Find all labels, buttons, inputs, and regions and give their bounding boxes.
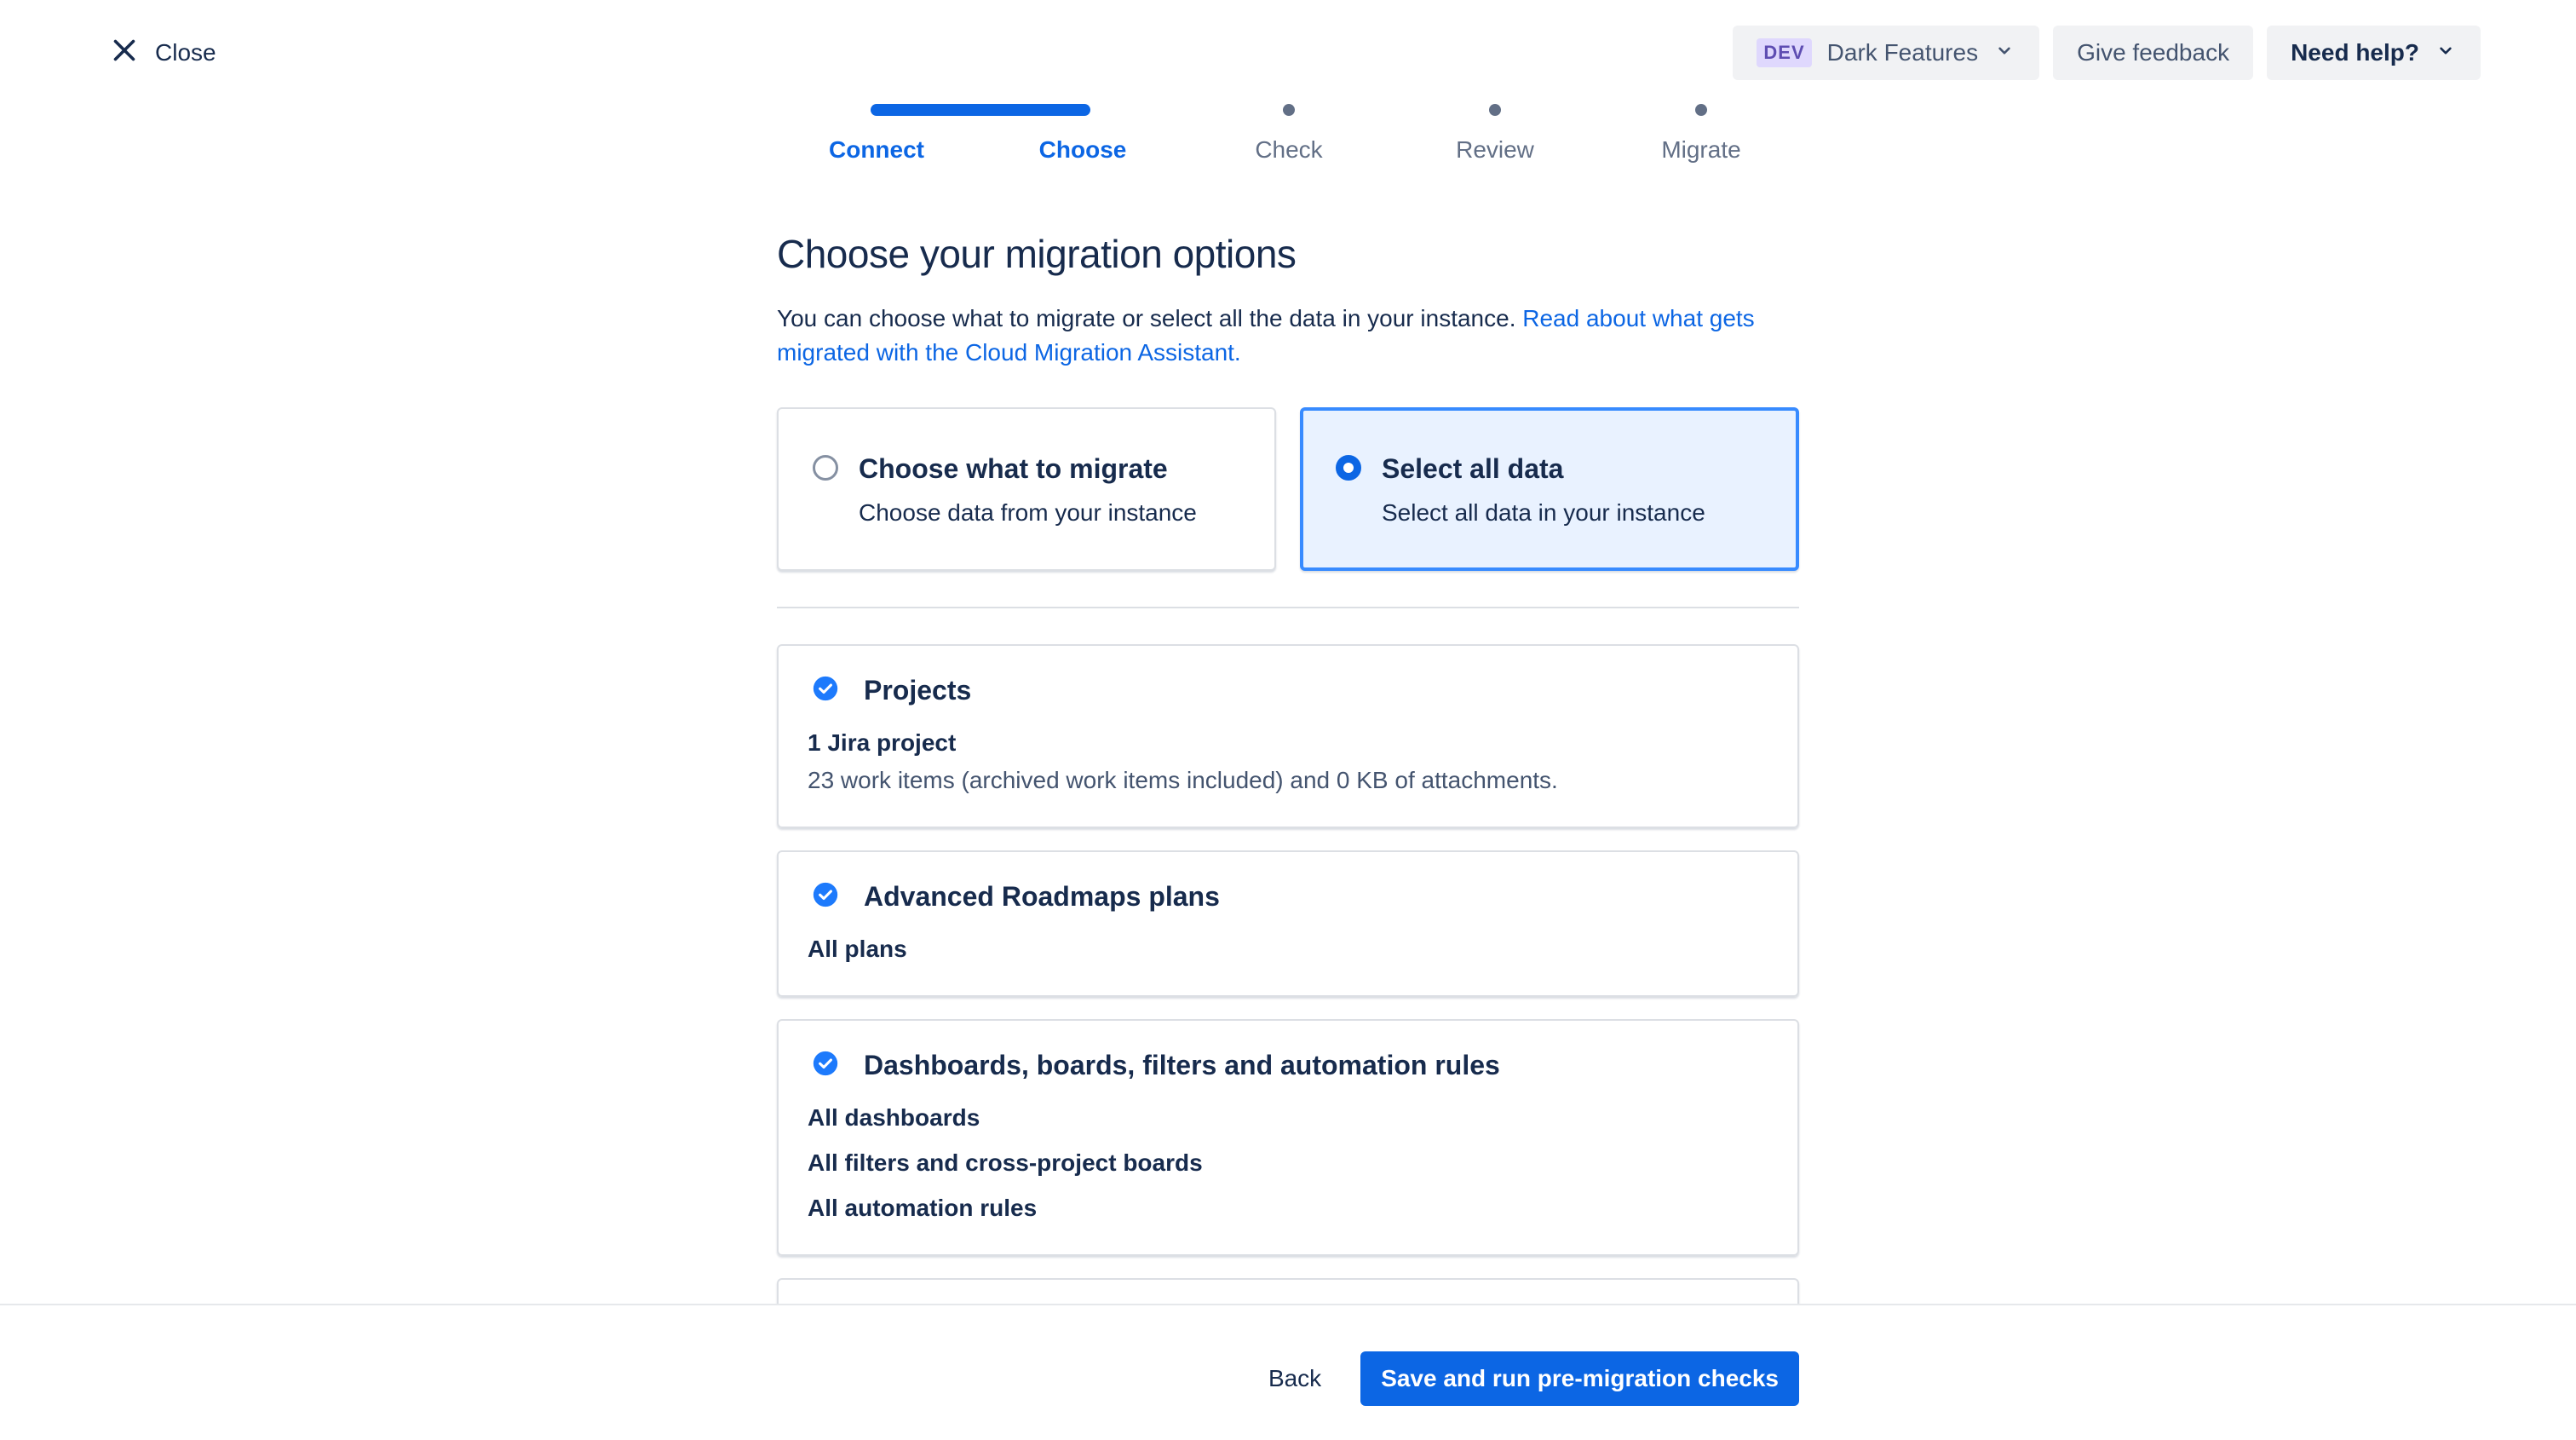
card-detail-sub: 23 work items (archived work items inclu… bbox=[808, 767, 1558, 793]
card-detail: 1 Jira project bbox=[808, 729, 957, 756]
step-connect: Connect bbox=[773, 99, 980, 176]
footer-actions: Back Save and run pre-migration checks bbox=[1245, 1351, 1799, 1406]
need-help-dropdown[interactable]: Need help? bbox=[2267, 26, 2481, 80]
check-circle-icon bbox=[811, 1049, 840, 1082]
step-label: Migrate bbox=[1661, 136, 1741, 163]
back-button[interactable]: Back bbox=[1245, 1351, 1345, 1406]
footer-bar: Back Save and run pre-migration checks bbox=[0, 1304, 2576, 1440]
progress-stepper: Connect Choose Check Review Migrate bbox=[773, 99, 1804, 176]
dashboards-card: Dashboards, boards, filters and automati… bbox=[777, 1019, 1799, 1256]
option-subtitle: Select all data in your instance bbox=[1382, 499, 1705, 526]
step-choose: Choose bbox=[980, 99, 1186, 176]
option-title: Choose what to migrate bbox=[859, 453, 1168, 484]
description-text: You can choose what to migrate or select… bbox=[777, 305, 1516, 331]
card-title: Projects bbox=[864, 675, 972, 706]
step-review: Review bbox=[1392, 99, 1598, 176]
card-title: Dashboards, boards, filters and automati… bbox=[864, 1050, 1500, 1080]
chevron-down-icon bbox=[2435, 39, 2457, 67]
check-circle-icon bbox=[811, 674, 840, 707]
dark-features-dropdown[interactable]: DEV Dark Features bbox=[1733, 26, 2040, 80]
card-detail: All automation rules bbox=[808, 1195, 1038, 1221]
check-circle-icon bbox=[811, 880, 840, 913]
option-choose-what-to-migrate[interactable]: Choose what to migrate Choose data from … bbox=[777, 407, 1276, 571]
card-title: Advanced Roadmaps plans bbox=[864, 881, 1220, 912]
close-label: Close bbox=[155, 39, 216, 66]
close-button[interactable]: Close bbox=[109, 31, 216, 75]
step-dot bbox=[1283, 104, 1295, 116]
step-dot bbox=[1489, 104, 1501, 116]
step-label: Check bbox=[1255, 136, 1323, 163]
radio-checked[interactable] bbox=[1336, 455, 1361, 481]
top-actions: DEV Dark Features Give feedback Need hel… bbox=[1733, 26, 2481, 80]
card-detail: All filters and cross-project boards bbox=[808, 1149, 1203, 1176]
card-detail: All plans bbox=[808, 936, 907, 962]
option-text: Select all data Select all data in your … bbox=[1382, 450, 1705, 567]
give-feedback-label: Give feedback bbox=[2077, 39, 2230, 66]
give-feedback-button[interactable]: Give feedback bbox=[2053, 26, 2254, 80]
section-divider bbox=[777, 607, 1799, 608]
card-header: Dashboards, boards, filters and automati… bbox=[808, 1046, 1768, 1084]
option-text: Choose what to migrate Choose data from … bbox=[859, 450, 1197, 569]
option-select-all-data[interactable]: Select all data Select all data in your … bbox=[1300, 407, 1799, 571]
step-migrate: Migrate bbox=[1598, 99, 1804, 176]
projects-card: Projects 1 Jira project 23 work items (a… bbox=[777, 644, 1799, 828]
card-header: Projects bbox=[808, 671, 1768, 709]
card-detail: All dashboards bbox=[808, 1104, 980, 1131]
step-dot bbox=[1695, 104, 1707, 116]
save-and-run-checks-button[interactable]: Save and run pre-migration checks bbox=[1360, 1351, 1799, 1406]
card-header: Advanced Roadmaps plans bbox=[808, 878, 1768, 915]
option-subtitle: Choose data from your instance bbox=[859, 499, 1197, 526]
need-help-label: Need help? bbox=[2291, 39, 2419, 66]
chevron-down-icon bbox=[1993, 39, 2015, 67]
advanced-roadmaps-card: Advanced Roadmaps plans All plans bbox=[777, 850, 1799, 997]
page-description: You can choose what to migrate or select… bbox=[777, 302, 1799, 370]
option-title: Select all data bbox=[1382, 453, 1564, 484]
migration-page: Close DEV Dark Features Give feedback Ne… bbox=[0, 0, 2576, 1440]
dev-badge: DEV bbox=[1757, 38, 1812, 67]
step-label: Connect bbox=[829, 136, 924, 163]
page-title: Choose your migration options bbox=[777, 232, 1297, 276]
radio-unchecked[interactable] bbox=[813, 455, 838, 481]
step-label: Review bbox=[1456, 136, 1534, 163]
dark-features-label: Dark Features bbox=[1826, 39, 1979, 66]
main-content: Choose your migration options You can ch… bbox=[777, 223, 1799, 1346]
step-check: Check bbox=[1186, 99, 1392, 176]
migration-options: Choose what to migrate Choose data from … bbox=[777, 407, 1799, 571]
step-label: Choose bbox=[1038, 136, 1127, 163]
close-icon bbox=[109, 35, 140, 72]
